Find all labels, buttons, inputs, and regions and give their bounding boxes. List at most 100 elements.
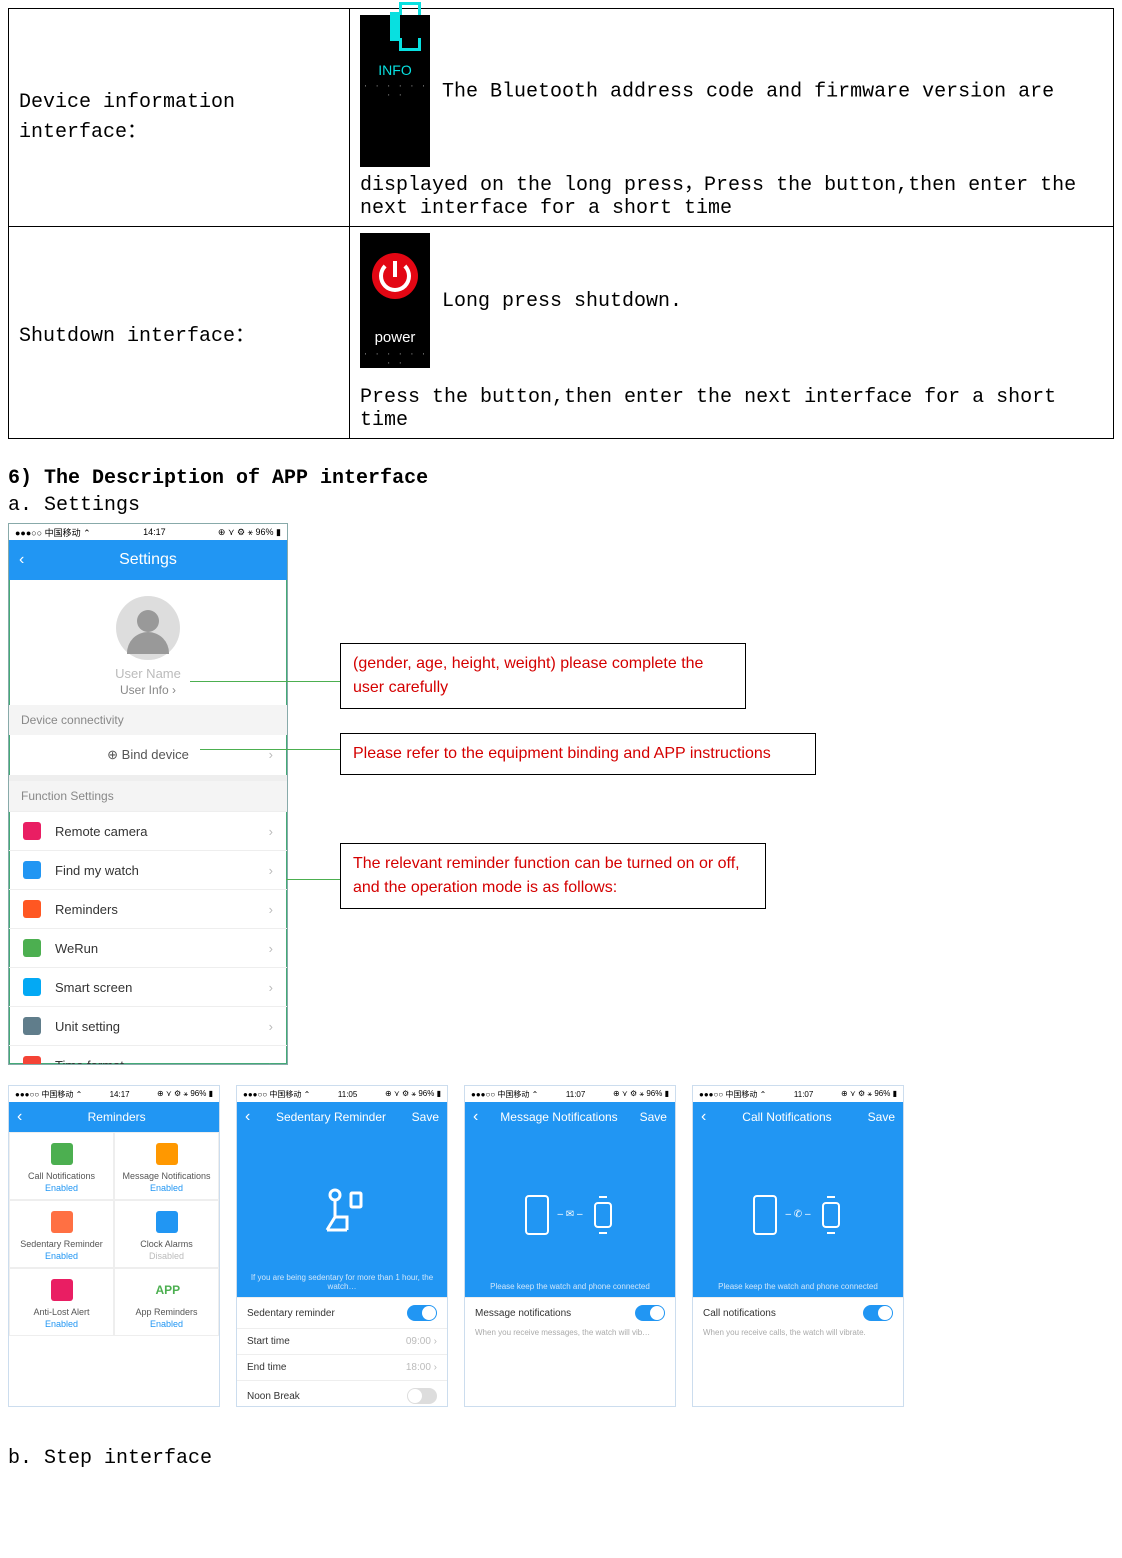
section-function-settings: Function Settings	[9, 781, 287, 811]
watch-icon	[390, 12, 400, 41]
smart-screen-icon	[23, 978, 41, 996]
werun-icon	[23, 939, 41, 957]
toggle-row[interactable]: Call notifications	[693, 1297, 903, 1328]
settings-header: ‹ Settings	[9, 540, 287, 580]
row-label: Find my watch	[55, 863, 139, 878]
mini-sedentary: ●●●○○ 中国移动 ⌃11:05⊕ ⋎ ⚙ ⚹ 96% ▮ ‹Sedentar…	[236, 1085, 448, 1407]
status-left: ●●●○○ 中国移动 ⌃	[699, 1089, 766, 1100]
mini-title: Sedentary Reminder	[276, 1110, 386, 1124]
power-thumb-label: power	[360, 329, 430, 346]
save-button[interactable]: Save	[868, 1110, 895, 1124]
toggle-switch[interactable]	[407, 1388, 437, 1404]
status-left: ●●●○○ 中国移动 ⌃	[243, 1089, 310, 1100]
row-find-my-watch[interactable]: Find my watch	[9, 850, 287, 889]
hero-hint: If you are being sedentary for more than…	[237, 1273, 447, 1291]
camera-icon	[23, 822, 41, 840]
toggle-switch[interactable]	[863, 1305, 893, 1321]
row-label: WeRun	[55, 941, 98, 956]
callout-reminders: The relevant reminder function can be tu…	[340, 843, 766, 909]
setting-row[interactable]: Sedentary reminder	[237, 1297, 447, 1328]
row-label: Smart screen	[55, 980, 132, 995]
mini-reminders: ●●●○○ 中国移动 ⌃14:17⊕ ⋎ ⚙ ⚹ 96% ▮ ‹Reminder…	[8, 1085, 220, 1407]
hero-hint: Please keep the watch and phone connecte…	[693, 1282, 903, 1291]
status-right: ⊕ ⋎ ⚙ ⚹ 96% ▮	[613, 1089, 669, 1099]
avatar-icon[interactable]	[116, 596, 180, 660]
toggle-label: Message notifications	[475, 1308, 571, 1319]
mini-title: Message Notifications	[500, 1110, 617, 1124]
row-time-format[interactable]: Time format	[9, 1045, 287, 1065]
row-unit-setting[interactable]: Unit setting	[9, 1006, 287, 1045]
status-right: ⊕ ⋎ ⚙ ⚹ 96% ▮	[218, 527, 281, 538]
reminder-screenshots-row: ●●●○○ 中国移动 ⌃14:17⊕ ⋎ ⚙ ⚹ 96% ▮ ‹Reminder…	[8, 1085, 1114, 1407]
row-remote-camera[interactable]: Remote camera	[9, 811, 287, 850]
row2-desc-cell: power · · · · · · · · Long press shutdow…	[350, 227, 1114, 439]
back-icon[interactable]: ‹	[17, 1108, 22, 1126]
interface-table: Device information interface： INFO · · ·…	[8, 8, 1114, 439]
status-left: ●●●○○ 中国移动 ⌃	[471, 1089, 538, 1100]
dots-icon: · · · · · · · ·	[360, 82, 430, 100]
setting-row[interactable]: Noon Break	[237, 1380, 447, 1407]
leader-line	[286, 879, 340, 880]
mini-call: ●●●○○ 中国移动 ⌃11:07⊕ ⋎ ⚙ ⚹ 96% ▮ ‹Call Not…	[692, 1085, 904, 1407]
time-icon	[23, 1056, 41, 1065]
row-label: Reminders	[55, 902, 118, 917]
toggle-switch[interactable]	[407, 1305, 437, 1321]
settings-figure: ●●●○○ 中国移动 ⌃ 14:17 ⊕ ⋎ ⚙ ⚹ 96% ▮ ‹ Setti…	[8, 523, 968, 1073]
settings-title: Settings	[119, 551, 177, 569]
leader-line	[190, 681, 340, 682]
section-6-heading: 6) The Description of APP interface	[8, 467, 1114, 490]
reminders-grid: Call NotificationsEnabledMessage Notific…	[9, 1132, 219, 1336]
back-icon[interactable]: ‹	[19, 551, 24, 569]
reminders-icon	[23, 900, 41, 918]
row2-desc-b: Press the button,then enter the next int…	[360, 386, 1056, 432]
section-device-connectivity: Device connectivity	[9, 705, 287, 735]
power-thumb: power · · · · · · · ·	[360, 233, 430, 368]
settings-screenshot: ●●●○○ 中国移动 ⌃ 14:17 ⊕ ⋎ ⚙ ⚹ 96% ▮ ‹ Setti…	[8, 523, 288, 1065]
save-button[interactable]: Save	[412, 1110, 439, 1124]
reminder-cell[interactable]: Message NotificationsEnabled	[114, 1132, 219, 1200]
sub-b-heading: b. Step interface	[8, 1447, 1114, 1470]
back-icon[interactable]: ‹	[701, 1108, 706, 1126]
row-werun[interactable]: WeRun	[9, 928, 287, 967]
row-smart-screen[interactable]: Smart screen	[9, 967, 287, 1006]
mini-title: Reminders	[88, 1110, 146, 1124]
toggle-row[interactable]: Message notifications	[465, 1297, 675, 1328]
toggle-subtext: When you receive messages, the watch wil…	[465, 1328, 675, 1343]
phone-call-watch-icon: – ✆ –	[693, 1132, 903, 1297]
row-label: Time format	[55, 1058, 124, 1066]
info-thumb: INFO · · · · · · · ·	[360, 15, 430, 167]
callout-user-info: (gender, age, height, weight) please com…	[340, 643, 746, 709]
toggle-switch[interactable]	[635, 1305, 665, 1321]
reminder-cell[interactable]: Call NotificationsEnabled	[9, 1132, 114, 1200]
reminder-cell[interactable]: APPApp RemindersEnabled	[114, 1268, 219, 1336]
save-button[interactable]: Save	[640, 1110, 667, 1124]
setting-row[interactable]: Start time09:00 ›	[237, 1328, 447, 1354]
row-label: Unit setting	[55, 1019, 120, 1034]
row1-desc-cell: INFO · · · · · · · · The Bluetooth addre…	[350, 9, 1114, 227]
call-hero: – ✆ – Please keep the watch and phone co…	[693, 1132, 903, 1297]
back-icon[interactable]: ‹	[245, 1108, 250, 1126]
bind-device-row[interactable]: ⊕ Bind device	[9, 735, 287, 775]
toggle-subtext: When you receive calls, the watch will v…	[693, 1328, 903, 1343]
status-time: 14:17	[143, 527, 166, 537]
status-time: 11:07	[794, 1090, 813, 1099]
callout-binding: Please refer to the equipment binding an…	[340, 733, 816, 775]
reminder-cell[interactable]: Clock AlarmsDisabled	[114, 1200, 219, 1268]
row2-desc-a: Long press shutdown.	[442, 290, 682, 313]
dots-icon: · · · · · · · ·	[360, 350, 430, 368]
setting-row[interactable]: End time18:00 ›	[237, 1354, 447, 1380]
row-label: Remote camera	[55, 824, 147, 839]
user-name-label: User Name	[9, 666, 287, 681]
power-icon	[372, 253, 418, 299]
user-info-link[interactable]: User Info ›	[9, 683, 287, 697]
phone-to-watch-icon: – ✉ –	[465, 1132, 675, 1297]
toggle-label: Call notifications	[703, 1308, 776, 1319]
reminder-cell[interactable]: Anti-Lost AlertEnabled	[9, 1268, 114, 1336]
reminder-cell[interactable]: Sedentary ReminderEnabled	[9, 1200, 114, 1268]
leader-line	[200, 749, 340, 750]
row-reminders[interactable]: Reminders	[9, 889, 287, 928]
row1-desc: The Bluetooth address code and firmware …	[360, 80, 1076, 220]
mini-title: Call Notifications	[742, 1110, 831, 1124]
status-left: ●●●○○ 中国移动 ⌃	[15, 526, 91, 539]
back-icon[interactable]: ‹	[473, 1108, 478, 1126]
